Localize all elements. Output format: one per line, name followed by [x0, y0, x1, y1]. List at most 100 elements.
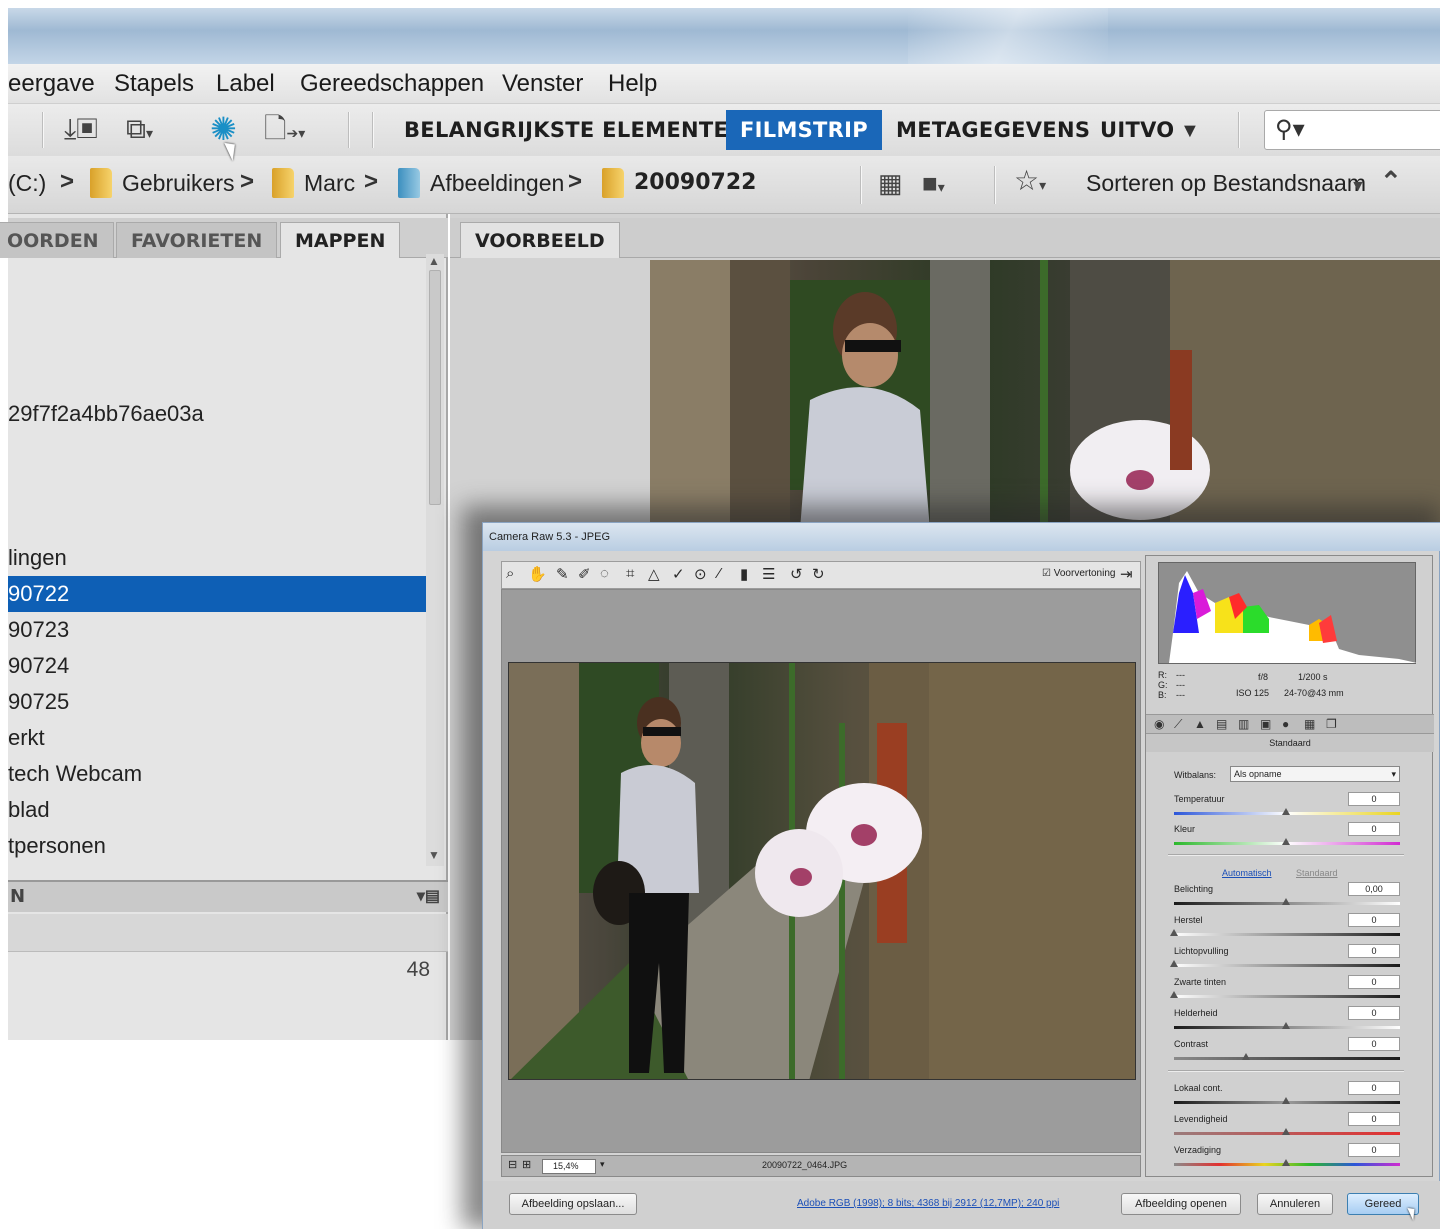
breadcrumb-drive[interactable]: (C:): [8, 170, 46, 197]
slider-handle[interactable]: [1282, 1022, 1290, 1029]
straighten-tool-icon[interactable]: △: [648, 565, 660, 583]
lens-corrections-icon[interactable]: ▣: [1260, 717, 1271, 731]
open-file-icon[interactable]: 🗋➔▾: [264, 114, 305, 148]
workspace-output[interactable]: UITVO: [1086, 110, 1188, 150]
presets-icon[interactable]: ▦: [1304, 717, 1315, 731]
slider-value-tint[interactable]: 0: [1348, 822, 1400, 836]
zoom-in-icon[interactable]: ⊞: [522, 1158, 531, 1171]
chevron-right-icon[interactable]: >: [60, 168, 74, 196]
quality-grid-icon[interactable]: ▦: [878, 168, 903, 198]
preferences-icon[interactable]: ☰: [762, 565, 775, 583]
default-link[interactable]: Standaard: [1296, 868, 1338, 878]
menu-window[interactable]: Venster: [502, 70, 583, 98]
folder-item[interactable]: lingen: [8, 540, 426, 576]
menu-view[interactable]: eergave: [8, 70, 95, 98]
open-image-button[interactable]: Afbeelding openen: [1121, 1193, 1241, 1215]
white-balance-tool-icon[interactable]: ✎: [556, 565, 569, 583]
scroll-down-icon[interactable]: ▼: [428, 848, 440, 862]
breadcrumb-pictures[interactable]: Afbeeldingen: [430, 170, 564, 197]
panel-menu-icon[interactable]: ▾▤: [417, 886, 440, 906]
rotate-right-icon[interactable]: ↻: [812, 565, 825, 583]
folder-item[interactable]: blad: [8, 792, 426, 828]
slider-handle[interactable]: [1170, 991, 1178, 998]
slider-handle[interactable]: [1170, 960, 1178, 967]
workspace-essentials[interactable]: BELANGRIJKSTE ELEMENTEN: [390, 110, 760, 150]
chevron-right-icon[interactable]: >: [364, 168, 378, 196]
scroll-up-icon[interactable]: ▲: [428, 254, 440, 268]
slider-handle[interactable]: [1282, 1097, 1290, 1104]
white-balance-select[interactable]: Als opname ▾: [1230, 766, 1400, 782]
folder-item[interactable]: erkt: [8, 720, 426, 756]
sort-ascending-icon[interactable]: ⌃: [1380, 166, 1402, 196]
basic-panel-icon[interactable]: ◉: [1154, 717, 1164, 731]
graduated-filter-icon[interactable]: ▮: [740, 565, 748, 583]
auto-link[interactable]: Automatisch: [1222, 868, 1272, 878]
scrollbar-thumb[interactable]: [429, 270, 441, 505]
chevron-right-icon[interactable]: >: [240, 168, 254, 196]
zoom-tool-icon[interactable]: ⌕: [506, 565, 514, 582]
targeted-adjust-icon[interactable]: ◌: [600, 565, 609, 582]
slider-handle[interactable]: [1282, 1128, 1290, 1135]
slider-track-blacks[interactable]: [1174, 995, 1400, 998]
slider-value-exposure[interactable]: 0,00: [1348, 882, 1400, 896]
slider-track-recovery[interactable]: [1174, 933, 1400, 936]
snapshots-icon[interactable]: ❐: [1326, 717, 1337, 731]
folder-item[interactable]: 29f7f2a4bb76ae03a: [8, 396, 426, 432]
preview-checkbox[interactable]: ☑ Voorvertoning: [1042, 568, 1115, 579]
view-mode-icon[interactable]: ■▾: [922, 168, 945, 202]
hsl-icon[interactable]: ▤: [1216, 717, 1227, 731]
rotate-left-icon[interactable]: ↺: [790, 565, 803, 583]
zoom-chevron-down-icon[interactable]: ▾: [600, 1159, 605, 1170]
breadcrumb-current-folder[interactable]: 20090722: [634, 170, 756, 195]
folder-item[interactable]: 90725: [8, 684, 426, 720]
slider-value-blacks[interactable]: 0: [1348, 975, 1400, 989]
slider-value-saturation[interactable]: 0: [1348, 1143, 1400, 1157]
slider-value-contrast[interactable]: 0: [1348, 1037, 1400, 1051]
slider-handle[interactable]: [1282, 838, 1290, 845]
workspace-filmstrip[interactable]: FILMSTRIP: [726, 110, 882, 150]
menu-tools[interactable]: Gereedschappen: [300, 70, 484, 98]
breadcrumb-marc[interactable]: Marc: [304, 170, 355, 197]
save-image-button[interactable]: Afbeelding opslaan...: [509, 1193, 637, 1215]
fullscreen-icon[interactable]: ⇥: [1120, 565, 1133, 583]
folder-item[interactable]: 90724: [8, 648, 426, 684]
menu-stacks[interactable]: Stapels: [114, 70, 194, 98]
slider-handle[interactable]: [1282, 1159, 1290, 1166]
folder-item[interactable]: tech Webcam: [8, 756, 426, 792]
split-toning-icon[interactable]: ▥: [1238, 717, 1249, 731]
menu-label[interactable]: Label: [216, 70, 275, 98]
slider-handle[interactable]: [1282, 808, 1290, 815]
workspace-metadata[interactable]: METAGEGEVENS: [882, 110, 1104, 150]
color-sampler-icon[interactable]: ✐: [578, 565, 591, 583]
detail-icon[interactable]: ▲: [1194, 717, 1206, 731]
slider-handle[interactable]: [1170, 929, 1178, 936]
copy-icon[interactable]: ⧉▾: [126, 114, 153, 148]
tab-preview[interactable]: VOORBEELD: [460, 222, 620, 258]
slider-value-fill-light[interactable]: 0: [1348, 944, 1400, 958]
camera-calibration-icon[interactable]: ●: [1282, 717, 1289, 731]
workflow-options-link[interactable]: Adobe RGB (1998); 8 bits; 4368 bij 2912 …: [797, 1198, 1059, 1209]
folder-item-selected[interactable]: 90722: [8, 576, 426, 612]
slider-track-contrast[interactable]: [1174, 1057, 1400, 1060]
slider-value-clarity[interactable]: 0: [1348, 1081, 1400, 1095]
zoom-out-icon[interactable]: ⊟: [508, 1158, 517, 1171]
workspace-menu-chevron-icon[interactable]: ▼: [1180, 116, 1200, 146]
camera-download-icon[interactable]: ⤓▣: [64, 114, 98, 144]
tab-folders[interactable]: MAPPEN: [280, 222, 401, 258]
menu-help[interactable]: Help: [608, 70, 657, 98]
slider-handle[interactable]: [1282, 898, 1290, 905]
tone-curve-icon[interactable]: ⟋: [1174, 717, 1182, 732]
slider-value-brightness[interactable]: 0: [1348, 1006, 1400, 1020]
red-eye-icon[interactable]: ⊙: [694, 565, 707, 583]
folder-item[interactable]: tpersonen: [8, 828, 426, 864]
hand-tool-icon[interactable]: ✋: [528, 565, 547, 583]
chevron-right-icon[interactable]: >: [568, 168, 582, 196]
zoom-select[interactable]: 15,4%: [542, 1159, 596, 1174]
slider-track-fill-light[interactable]: [1174, 964, 1400, 967]
star-filter-icon[interactable]: ☆▾: [1014, 166, 1046, 200]
slider-handle[interactable]: [1242, 1053, 1250, 1060]
sort-dropdown[interactable]: Sorteren op Bestandsnaam: [1086, 170, 1366, 197]
breadcrumb-users[interactable]: Gebruikers: [122, 170, 234, 197]
slider-value-recovery[interactable]: 0: [1348, 913, 1400, 927]
sort-chevron-down-icon[interactable]: ▼: [1350, 172, 1366, 202]
